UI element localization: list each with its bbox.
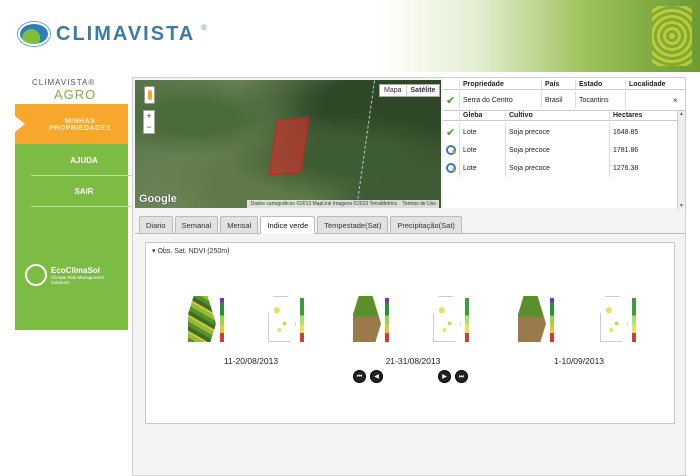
climavista-logo-icon [18, 22, 50, 46]
nav-item-minhas-propriedades[interactable]: MINHAS PROPRIEDADES [15, 104, 128, 144]
property-table-header: Propriedade País Estado Localidade [443, 80, 685, 90]
gleba-row[interactable]: ✔ Lote Soja precoce 1648.85 [443, 123, 677, 141]
property-polygon[interactable] [268, 116, 310, 176]
header-hectares: Hectares [609, 111, 677, 120]
header-gleba: Gleba [459, 111, 505, 120]
property-row[interactable]: ✔ Serra do Centro Brasil Tocantins × [443, 92, 685, 108]
brand-registered: ® [201, 24, 207, 32]
period-label: 21-31/08/2013 [385, 356, 441, 366]
gleba-name: Lote [459, 141, 505, 159]
gleba-table: Gleba Cultivo Hectares ✔ Lote Soja preco… [443, 110, 685, 209]
gleba-table-header: Gleba Cultivo Hectares [443, 111, 677, 121]
tab-diario[interactable]: Diario [139, 216, 173, 233]
agro-main-label: AGRO [54, 87, 97, 102]
property-locality [625, 92, 673, 108]
check-icon: ✔ [446, 126, 456, 139]
gleba-cultivo: Soja precoce [505, 159, 609, 177]
tab-indice-verde[interactable]: Indice verde [260, 216, 316, 234]
next-icon[interactable]: ▶ [438, 370, 451, 383]
terms-link[interactable]: Termos de Uso [402, 201, 436, 207]
map-attribution: Dados cartográficos ©2013 MapLink Imagen… [247, 200, 439, 208]
prev-icon[interactable]: ◀ [370, 370, 383, 383]
tab-mensal[interactable]: Mensal [220, 216, 259, 233]
gleba-name: Lote [459, 123, 505, 141]
property-state: Tocantins [575, 92, 625, 108]
gleba-cultivo: Soja precoce [505, 141, 609, 159]
property-name: Serra do Centro [459, 92, 541, 108]
sidebar: MINHAS PROPRIEDADES AJUDA SAIR EcoClimaS… [15, 104, 137, 330]
ndvi-map-colored[interactable] [186, 296, 226, 344]
brand-name: CLIMAVISTA [56, 22, 196, 45]
collapse-triangle-icon: ▾ [152, 248, 156, 255]
header-pais: País [541, 80, 575, 89]
period-label: 11-20/08/2013 [223, 356, 279, 366]
agro-top-label: CLIMAVISTA® [32, 78, 96, 87]
ndvi-map-anomaly[interactable] [431, 296, 471, 344]
gleba-hectares: 1781.86 [609, 141, 677, 159]
map-type-mapa[interactable]: Mapa [380, 85, 406, 96]
tab-semanal[interactable]: Semanal [174, 216, 219, 233]
ecoclimasol-logo[interactable]: EcoClimaSol Climate Risk Management Solu… [25, 264, 121, 286]
gleba-hectares: 1276.38 [609, 159, 677, 177]
ndvi-content: ▾ Obs. Sat. NDVI (250m) 11-20/08/2013 21… [145, 242, 675, 424]
header-propriedade: Propriedade [459, 80, 541, 89]
zoom-control: + − [143, 110, 155, 134]
ndvi-map-colored[interactable] [516, 296, 556, 344]
satellite-map[interactable]: + − Mapa Satélite Google Dados cartográf… [135, 80, 441, 208]
nav-active-pointer [15, 116, 25, 132]
tab-bar: Diario Semanal Mensal Indice verde Tempe… [135, 216, 685, 234]
partner-name: EcoClimaSol [51, 265, 100, 275]
header-estado: Estado [575, 80, 625, 89]
map-type-satelite[interactable]: Satélite [405, 85, 440, 96]
property-table: Propriedade País Estado Localidade ✔ Ser… [443, 78, 685, 110]
selected-check-icon: ✔ [446, 94, 456, 107]
ndvi-map-anomaly[interactable] [598, 296, 638, 344]
nav-active-label: MINHAS PROPRIEDADES [48, 118, 111, 132]
property-country: Brasil [541, 92, 575, 108]
agro-label: CLIMAVISTA® AGRO [32, 78, 112, 102]
ndvi-map-anomaly[interactable] [266, 296, 306, 344]
search-icon[interactable] [446, 145, 456, 155]
gleba-name: Lote [459, 159, 505, 177]
brand-logo[interactable]: CLIMAVISTA ® [18, 22, 206, 46]
main-panel: + − Mapa Satélite Google Dados cartográf… [132, 77, 686, 476]
tab-tempestade[interactable]: Tempestade(Sat) [317, 216, 389, 233]
ndvi-section-header[interactable]: ▾ Obs. Sat. NDVI (250m) [152, 247, 229, 255]
partner-tagline: Climate Risk Management Solutions [51, 274, 104, 285]
header-localidade: Localidade [625, 80, 685, 89]
nav-item-sair[interactable]: SAIR [31, 177, 137, 207]
last-icon[interactable]: ⏭ [455, 370, 468, 383]
gleba-scrollbar[interactable] [677, 111, 685, 209]
google-logo: Google [139, 193, 177, 205]
header-decoration [380, 0, 700, 72]
period-label: 1-10/09/2013 [553, 356, 605, 366]
gleba-cultivo: Soja precoce [505, 123, 609, 141]
street-view-pegman-icon[interactable] [144, 86, 155, 104]
ndvi-section-title: Obs. Sat. NDVI (250m) [157, 248, 230, 255]
search-icon[interactable] [446, 163, 456, 173]
gleba-row[interactable]: Lote Soja precoce 1781.86 [443, 141, 677, 159]
ndvi-map-colored[interactable] [351, 296, 391, 344]
ecoclimasol-icon [25, 264, 47, 286]
attribution-text: Dados cartográficos ©2013 MapLink Imagen… [250, 201, 397, 207]
map-river [354, 80, 380, 208]
gleba-hectares: 1648.85 [609, 123, 677, 141]
gleba-row[interactable]: Lote Soja precoce 1276.38 [443, 159, 677, 177]
close-icon[interactable]: × [673, 96, 683, 105]
zoom-out-button[interactable]: − [144, 122, 154, 133]
tab-precipitacao[interactable]: Precipitação(Sat) [390, 216, 462, 233]
zoom-in-button[interactable]: + [144, 111, 154, 122]
header: CLIMAVISTA ® [0, 0, 700, 72]
header-cultivo: Cultivo [505, 111, 609, 120]
first-icon[interactable]: ⏮ [353, 370, 366, 383]
map-type-control: Mapa Satélite [379, 84, 441, 97]
nav-item-ajuda[interactable]: AJUDA [31, 146, 137, 176]
